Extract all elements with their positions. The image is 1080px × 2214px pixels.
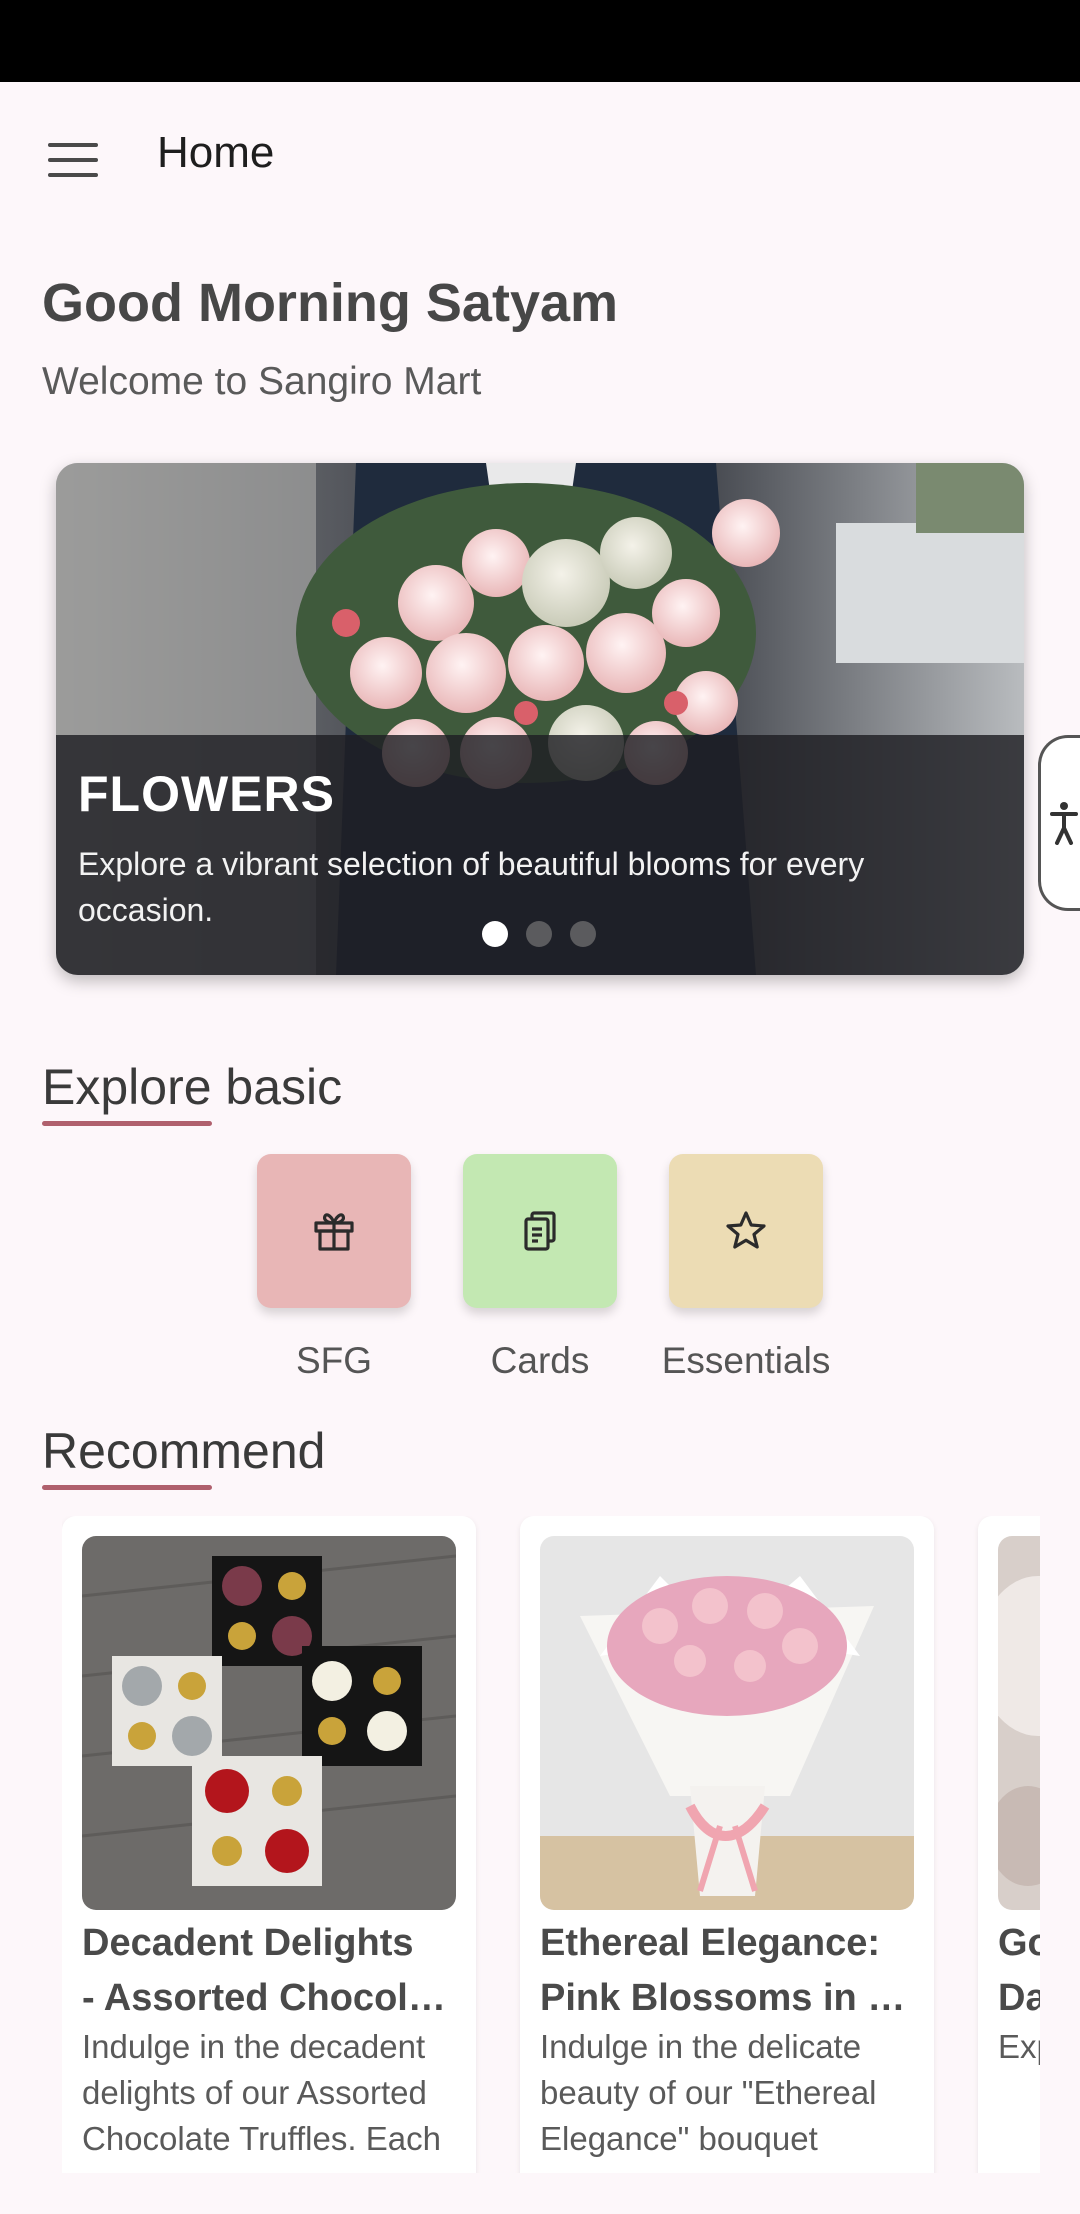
product-card[interactable]: Go Da Exp blis Ch — [978, 1516, 1040, 2173]
product-description: Indulge in the decadent delights of our … — [82, 2028, 441, 2157]
product-card[interactable]: Ethereal Elegance: Pink Blossoms in Whit… — [520, 1516, 934, 2173]
recommend-section-title: Recommend — [42, 1423, 326, 1479]
page-title: Home — [157, 128, 275, 177]
gift-icon — [314, 1213, 354, 1251]
category-label: Essentials — [661, 1340, 831, 1381]
banner-title: FLOWERS — [78, 766, 335, 822]
banner-description: Explore a vibrant selection of beautiful… — [78, 846, 865, 928]
category-label: SFG — [295, 1340, 373, 1381]
category-essentials-tile[interactable] — [669, 1154, 823, 1308]
category-cards-tile[interactable] — [463, 1154, 617, 1308]
recommend-title-underline — [42, 1485, 212, 1490]
category-sfg[interactable]: SFG — [257, 1154, 411, 1382]
product-description: Indulge in the delicate beauty of our "E… — [540, 2028, 877, 2157]
clipboard-icon — [524, 1211, 556, 1251]
hamburger-menu-icon — [48, 143, 98, 177]
product-image — [998, 1536, 1040, 1910]
star-icon — [726, 1211, 766, 1249]
flowers-banner-carousel[interactable]: FLOWERS Explore a vibrant selection of b… — [56, 463, 1024, 975]
explore-categories: SFG Cards Essentials — [257, 1154, 830, 1382]
carousel-dot-3[interactable] — [570, 921, 596, 947]
carousel-dot-1[interactable] — [482, 921, 508, 947]
accessibility-icon — [1050, 802, 1078, 845]
category-essentials[interactable]: Essentials — [662, 1154, 830, 1382]
category-cards[interactable]: Cards — [463, 1154, 617, 1382]
product-description: Exp blis Ch — [998, 2028, 1040, 2065]
category-sfg-tile[interactable] — [257, 1154, 411, 1308]
explore-title-underline — [42, 1121, 212, 1126]
accessibility-button[interactable] — [1038, 735, 1080, 911]
product-card[interactable]: Decadent Delights - Assorted Chocolate T… — [62, 1516, 476, 2173]
app-bar: Home — [0, 82, 1080, 232]
carousel-dot-2[interactable] — [526, 921, 552, 947]
explore-section-title: Explore basic — [42, 1059, 343, 1115]
product-image — [540, 1536, 914, 1910]
welcome-subtitle: Welcome to Sangiro Mart — [42, 360, 482, 403]
banner-caption: FLOWERS Explore a vibrant selection of b… — [56, 735, 1024, 975]
carousel-indicator — [482, 921, 596, 947]
product-title: Go Da — [998, 1922, 1040, 2019]
product-title: Ethereal Elegance: Pink Blossoms in Whit… — [540, 1922, 914, 2019]
product-image — [82, 1536, 456, 1910]
status-bar — [0, 0, 1080, 82]
greeting-heading: Good Morning Satyam — [42, 273, 619, 333]
recommend-carousel[interactable]: Decadent Delights - Assorted Chocolate T… — [62, 1516, 1040, 2173]
category-label: Cards — [490, 1340, 590, 1381]
menu-button[interactable] — [34, 122, 112, 198]
product-title: Decadent Delights - Assorted Chocolate T… — [82, 1922, 456, 2019]
